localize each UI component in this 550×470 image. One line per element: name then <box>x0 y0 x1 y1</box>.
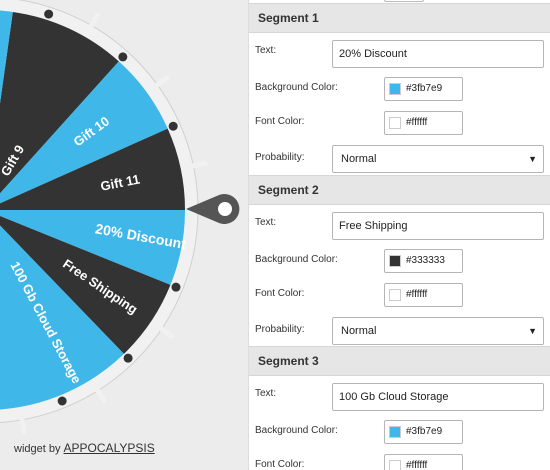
color-value: #ffffff <box>406 289 428 300</box>
segment-3-bg-color[interactable]: #3fb7e9 <box>384 420 463 444</box>
wheel-preview: Gift 9 Gift 10 Gift 11 20% Discount Free Shi… <box>0 0 248 470</box>
probability-label: Probability: <box>255 324 305 335</box>
segment-3: Segment 3 Text: 100 Gb Cloud Storage Bac… <box>249 346 550 470</box>
rim-spoke <box>188 160 208 169</box>
segment-1-header: Segment 1 <box>249 3 550 33</box>
selected-value: Normal <box>341 325 377 337</box>
segment-2-text-row: Text: Free Shipping <box>249 205 550 240</box>
segment-1-probability-select[interactable]: Normal ▼ <box>332 145 544 173</box>
bg-color-label: Background Color: <box>255 254 338 265</box>
rim-peg <box>171 282 181 292</box>
rim-peg <box>118 52 128 62</box>
rim-spoke <box>94 386 107 404</box>
segment-1-font-row: Font Color: #ffffff <box>249 102 550 136</box>
segment-1-prob-row: Probability: Normal ▼ <box>249 136 550 173</box>
segment-3-text-input[interactable]: 100 Gb Cloud Storage <box>332 383 544 411</box>
segment-3-bg-row: Background Color: #3fb7e9 <box>249 411 550 445</box>
color-swatch <box>389 255 401 267</box>
font-color-label: Font Color: <box>255 116 305 127</box>
color-swatch <box>389 426 401 438</box>
segment-2-bg-row: Background Color: #333333 <box>249 240 550 274</box>
color-swatch <box>389 460 401 470</box>
rim-spoke <box>88 12 100 30</box>
settings-panel: Segment 1 Text: 20% Discount Background … <box>248 0 550 470</box>
bg-color-label: Background Color: <box>255 82 338 93</box>
color-swatch <box>389 117 401 129</box>
segment-1-text-input[interactable]: 20% Discount <box>332 40 544 68</box>
segment-3-text-row: Text: 100 Gb Cloud Storage <box>249 376 550 411</box>
text-label: Text: <box>255 45 277 56</box>
font-color-label: Font Color: <box>255 459 305 470</box>
rim-spoke <box>19 415 27 435</box>
segment-1-bg-color[interactable]: #3fb7e9 <box>384 77 463 101</box>
text-label: Text: <box>255 217 277 228</box>
segment-1-font-color[interactable]: #ffffff <box>384 111 463 135</box>
segment-2: Segment 2 Text: Free Shipping Background… <box>249 175 550 345</box>
font-color-label: Font Color: <box>255 288 305 299</box>
rim-spoke <box>11 0 18 4</box>
rim-peg <box>44 9 54 19</box>
segment-2-font-row: Font Color: #ffffff <box>249 274 550 308</box>
rim-peg <box>57 396 67 406</box>
segment-3-header: Segment 3 <box>249 346 550 376</box>
segment-2-header: Segment 2 <box>249 175 550 205</box>
rim-peg <box>168 121 178 131</box>
segment-3-font-color[interactable]: #ffffff <box>384 454 463 470</box>
color-value: #3fb7e9 <box>406 426 443 437</box>
wheel-editor: Gift 9 Gift 10 Gift 11 20% Discount Free Shi… <box>0 0 550 470</box>
segment-1-text-row: Text: 20% Discount <box>249 33 550 68</box>
rim-spoke <box>153 75 170 89</box>
prize-wheel[interactable]: Gift 9Gift 10Gift 1120% DiscountFree Shi… <box>0 0 248 470</box>
color-swatch <box>389 83 401 95</box>
chevron-down-icon: ▼ <box>528 326 537 336</box>
color-value: #333333 <box>406 255 445 266</box>
segment-1-bg-row: Background Color: #3fb7e9 <box>249 68 550 102</box>
chevron-down-icon: ▼ <box>528 154 537 164</box>
color-value: #ffffff <box>406 460 428 470</box>
segment-2-font-color[interactable]: #ffffff <box>384 283 463 307</box>
color-swatch <box>389 289 401 301</box>
rim-spoke <box>157 325 175 339</box>
color-value: #ffffff <box>406 117 428 128</box>
segment-2-text-input[interactable]: Free Shipping <box>332 212 544 240</box>
segment-1: Segment 1 Text: 20% Discount Background … <box>249 3 550 173</box>
segment-2-prob-row: Probability: Normal ▼ <box>249 308 550 345</box>
credit-link[interactable]: APPOCALYPSIS <box>64 441 155 455</box>
probability-label: Probability: <box>255 152 305 163</box>
pointer-hole <box>218 202 232 216</box>
scrolled-input-stub <box>384 0 424 2</box>
bg-color-label: Background Color: <box>255 425 338 436</box>
rim-peg <box>123 353 133 363</box>
segment-2-bg-color[interactable]: #333333 <box>384 249 463 273</box>
segment-2-probability-select[interactable]: Normal ▼ <box>332 317 544 345</box>
color-value: #3fb7e9 <box>406 83 443 94</box>
text-label: Text: <box>255 388 277 399</box>
credit-prefix: widget by <box>14 443 61 455</box>
credit-line: widget by APPOCALYPSIS <box>14 441 155 455</box>
segment-3-font-row: Font Color: #ffffff <box>249 445 550 470</box>
selected-value: Normal <box>341 153 377 165</box>
